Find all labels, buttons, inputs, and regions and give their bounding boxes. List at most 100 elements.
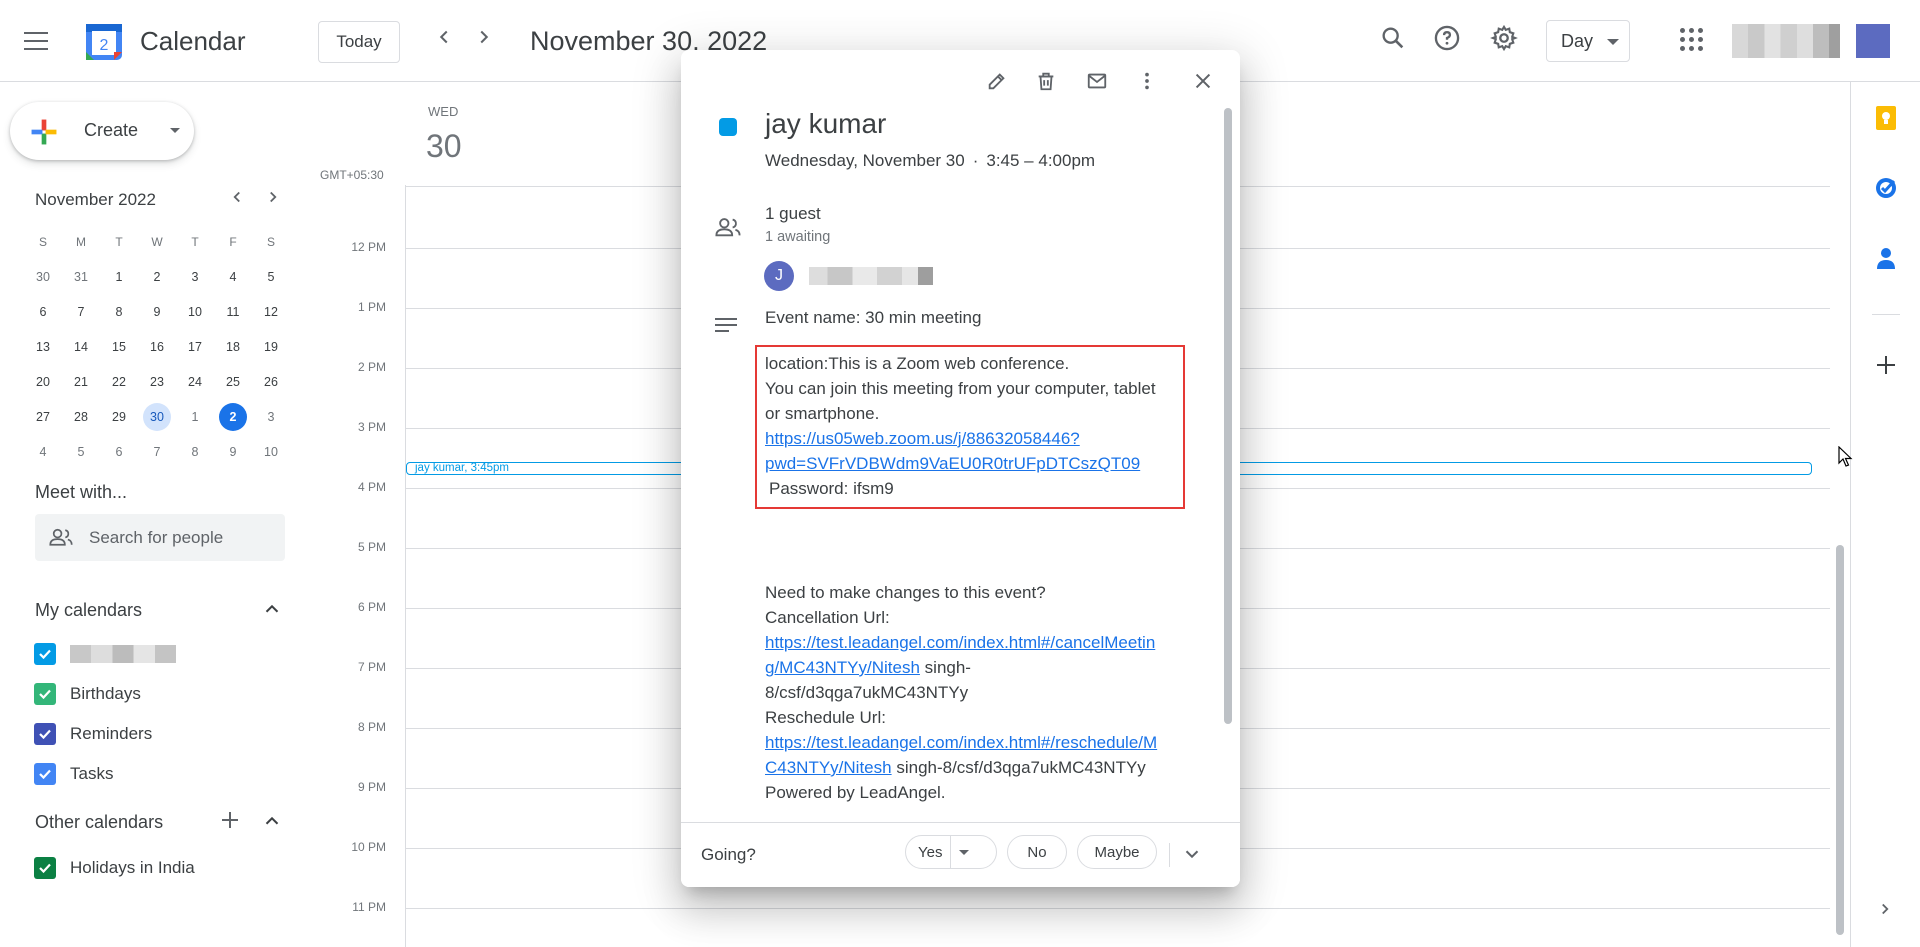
zoom-link[interactable]: https://us05web.zoom.us/j/88632058446? — [765, 429, 1080, 448]
rsvp-yes-button[interactable]: Yes — [905, 835, 997, 869]
tasks-icon[interactable] — [1872, 174, 1900, 202]
keep-icon[interactable] — [1872, 104, 1900, 132]
mini-calendar-day[interactable]: 17 — [176, 333, 214, 361]
reschedule-link-continued[interactable]: C43NTYy/Nitesh — [765, 758, 892, 777]
mini-calendar-day-number: 20 — [36, 374, 50, 389]
guest-avatar[interactable]: J — [764, 261, 794, 291]
my-calendars-collapse-button[interactable] — [260, 598, 284, 622]
mini-calendar-day[interactable]: 9 — [138, 298, 176, 326]
contacts-icon[interactable] — [1872, 244, 1900, 272]
mini-calendar-day[interactable]: 9 — [214, 438, 252, 466]
mini-calendar-day[interactable]: 4 — [24, 438, 62, 466]
mini-calendar-day[interactable]: 25 — [214, 368, 252, 396]
calendar-checkbox[interactable] — [34, 643, 56, 665]
help-icon[interactable] — [1430, 24, 1464, 58]
previous-day-button[interactable] — [428, 26, 460, 58]
cancellation-link-continued[interactable]: g/MC43NTYy/Nitesh — [765, 658, 920, 677]
mini-calendar-day[interactable]: 8 — [100, 298, 138, 326]
mini-calendar-prev-button[interactable] — [228, 188, 246, 211]
mini-calendar-day[interactable]: 10 — [176, 298, 214, 326]
show-side-panel-button[interactable] — [1876, 900, 1896, 920]
mini-calendar-day[interactable]: 1 — [100, 263, 138, 291]
rsvp-no-button[interactable]: No — [1007, 835, 1067, 869]
main-scrollbar[interactable] — [1836, 545, 1844, 935]
email-guests-button[interactable] — [1080, 64, 1114, 98]
more-rsvp-options-button[interactable] — [1181, 843, 1205, 867]
mini-calendar-day[interactable]: 4 — [214, 263, 252, 291]
mini-calendar-day[interactable]: 30 — [24, 263, 62, 291]
mini-calendar-day[interactable]: 29 — [100, 403, 138, 431]
reschedule-link[interactable]: https://test.leadangel.com/index.html#/r… — [765, 733, 1157, 752]
mini-calendar-day[interactable]: 19 — [252, 333, 290, 361]
mini-calendar-day[interactable]: 3 — [176, 263, 214, 291]
calendar-checkbox[interactable] — [34, 857, 56, 879]
settings-gear-icon[interactable] — [1487, 24, 1521, 58]
mini-calendar-next-button[interactable] — [264, 188, 282, 211]
mini-calendar-weekday-row: S M T W T F S — [24, 224, 290, 259]
account-avatar[interactable] — [1856, 24, 1890, 58]
mini-calendar-day[interactable]: 5 — [62, 438, 100, 466]
mini-calendar-day[interactable]: 16 — [138, 333, 176, 361]
add-other-calendar-button[interactable] — [218, 810, 242, 834]
mini-calendar-day[interactable]: 26 — [252, 368, 290, 396]
mini-calendar-day[interactable]: 2 — [214, 402, 252, 431]
calendar-checkbox[interactable] — [34, 683, 56, 705]
rsvp-options-caret-icon[interactable] — [959, 849, 970, 855]
mini-calendar-day[interactable]: 2 — [138, 263, 176, 291]
mini-calendar-day[interactable]: 18 — [214, 333, 252, 361]
mini-calendar-day[interactable]: 3 — [252, 403, 290, 431]
main-menu-icon[interactable] — [24, 26, 64, 56]
mini-calendar-day[interactable]: 8 — [176, 438, 214, 466]
mini-calendar-day[interactable]: 6 — [24, 298, 62, 326]
calendar-name-blurred — [70, 645, 176, 663]
cancellation-link[interactable]: https://test.leadangel.com/index.html#/c… — [765, 633, 1155, 652]
mini-calendar-day[interactable]: 28 — [62, 403, 100, 431]
delete-event-button[interactable] — [1029, 64, 1063, 98]
mini-calendar-day[interactable]: 31 — [62, 263, 100, 291]
search-people-field[interactable] — [35, 514, 285, 561]
calendar-list-item[interactable]: Tasks — [34, 762, 113, 786]
zoom-link-continued[interactable]: pwd=SVFrVDBWdm9VaEU0R0trUFpDTCszQT09 — [765, 454, 1140, 473]
mini-calendar-day[interactable]: 21 — [62, 368, 100, 396]
search-icon[interactable] — [1376, 24, 1410, 58]
mini-calendar-day[interactable]: 1 — [176, 403, 214, 431]
today-button[interactable]: Today — [318, 21, 400, 63]
mini-calendar-day[interactable]: 12 — [252, 298, 290, 326]
mini-calendar-day[interactable]: 23 — [138, 368, 176, 396]
calendar-list-item[interactable]: Holidays in India — [34, 856, 195, 880]
mini-calendar-day[interactable]: 27 — [24, 403, 62, 431]
edit-event-button[interactable] — [980, 64, 1014, 98]
other-calendars-collapse-button[interactable] — [260, 810, 284, 834]
mini-calendar-day[interactable]: 22 — [100, 368, 138, 396]
close-icon — [1195, 73, 1211, 89]
close-popup-button[interactable] — [1186, 64, 1220, 98]
mini-calendar-day-number: 12 — [264, 304, 278, 319]
mini-calendar-day[interactable]: 6 — [100, 438, 138, 466]
mini-calendar-day[interactable]: 5 — [252, 263, 290, 291]
popup-scrollbar[interactable] — [1224, 108, 1232, 724]
calendar-checkbox[interactable] — [34, 723, 56, 745]
mini-calendar-day[interactable]: 20 — [24, 368, 62, 396]
more-options-button[interactable] — [1130, 64, 1164, 98]
calendar-list-item[interactable] — [34, 642, 176, 666]
create-button[interactable]: Create — [10, 102, 194, 160]
mini-calendar-day[interactable]: 15 — [100, 333, 138, 361]
mini-calendar-day[interactable]: 10 — [252, 438, 290, 466]
rsvp-maybe-button[interactable]: Maybe — [1077, 835, 1157, 869]
day-header-number[interactable]: 30 — [426, 128, 462, 165]
calendar-list-item[interactable]: Birthdays — [34, 682, 141, 706]
search-people-input[interactable] — [89, 526, 269, 550]
mini-calendar-day[interactable]: 7 — [138, 438, 176, 466]
get-add-ons-button[interactable] — [1872, 354, 1900, 382]
mini-calendar-day[interactable]: 14 — [62, 333, 100, 361]
calendar-checkbox[interactable] — [34, 763, 56, 785]
mini-calendar-day[interactable]: 11 — [214, 298, 252, 326]
mini-calendar-day[interactable]: 24 — [176, 368, 214, 396]
mini-calendar-day[interactable]: 30 — [138, 402, 176, 431]
view-switcher-dropdown[interactable]: Day — [1546, 20, 1630, 62]
next-day-button[interactable] — [468, 26, 500, 58]
calendar-list-item[interactable]: Reminders — [34, 722, 152, 746]
mini-calendar-day[interactable]: 13 — [24, 333, 62, 361]
mini-calendar-day[interactable]: 7 — [62, 298, 100, 326]
google-apps-icon[interactable] — [1680, 28, 1704, 52]
